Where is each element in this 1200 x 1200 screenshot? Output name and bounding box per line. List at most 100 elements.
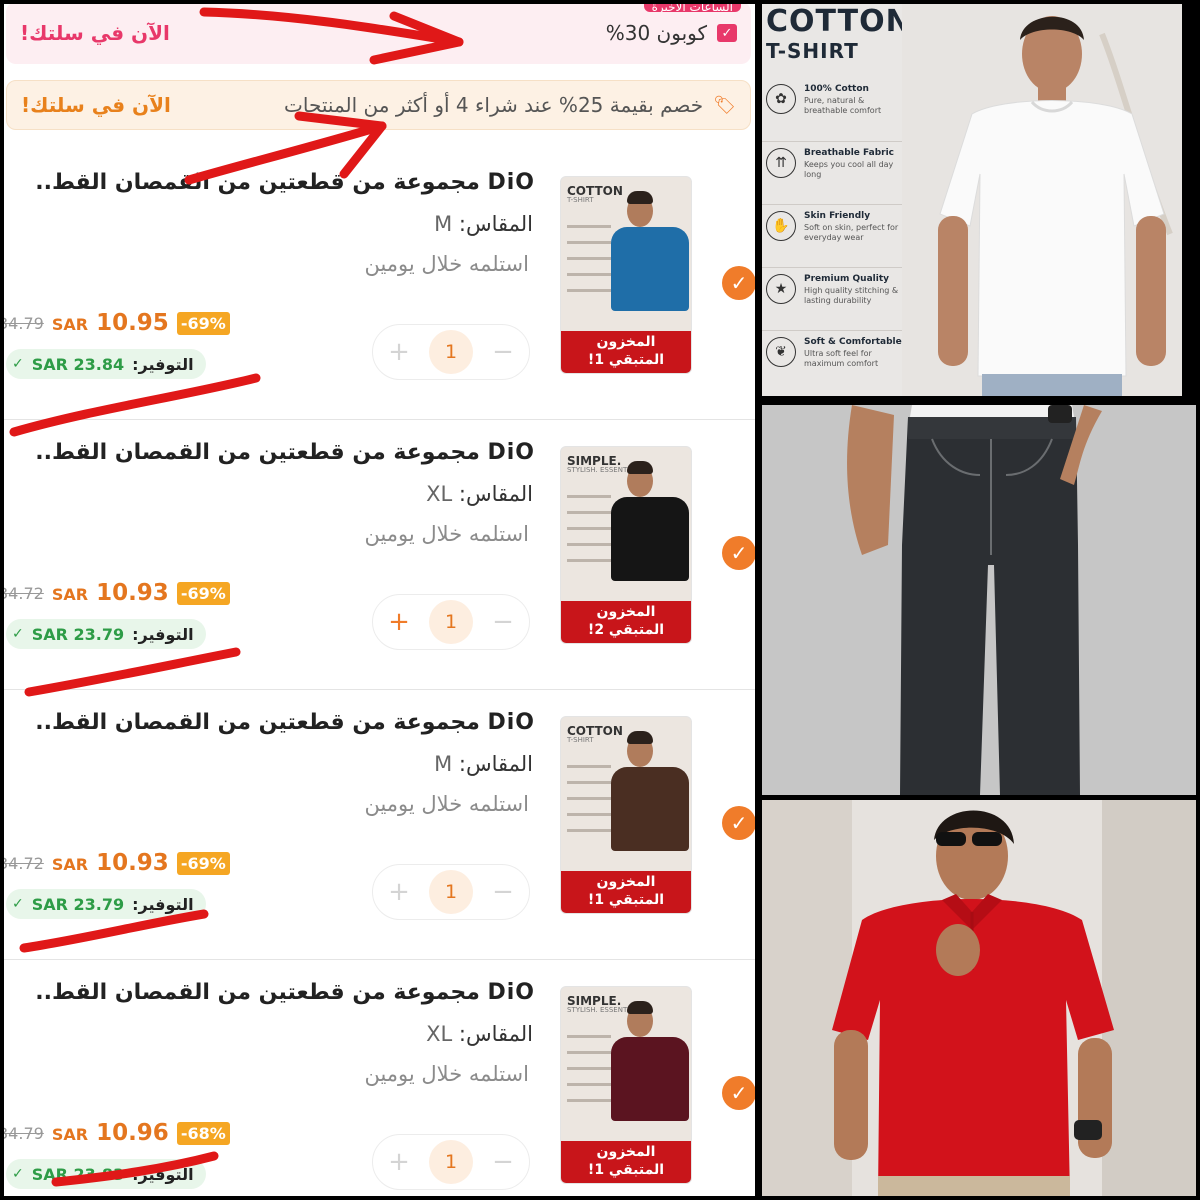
decrease-button[interactable]: −: [491, 879, 515, 905]
discount-badge: -68%: [176, 1121, 230, 1145]
feature-item: ✋ Skin Friendly Soft on skin, perfect for…: [762, 204, 912, 267]
quantity-value: 1: [429, 600, 473, 644]
product-thumbnail[interactable]: SIMPLE. STYLISH. ESSENTIAL. المخزون المتبق…: [560, 446, 692, 644]
feature-title: Soft & Comfortable: [804, 337, 902, 347]
feature-item: ❦ Soft & Comfortable Ultra soft feel for …: [762, 330, 912, 393]
cart-item: DiO مجموعة من قطعتين من القمصان القط.. ا…: [4, 960, 755, 1196]
quality-badge-icon: ★: [766, 274, 796, 304]
brand-name: DiO: [487, 170, 535, 195]
item-selected-check-icon[interactable]: ✓: [722, 1076, 755, 1110]
increase-button[interactable]: +: [387, 879, 411, 905]
delivery-estimate: استلمه خلال يومين: [364, 252, 529, 276]
increase-button[interactable]: +: [387, 339, 411, 365]
product-title[interactable]: DiO مجموعة من قطعتين من القمصان القط..: [5, 710, 535, 735]
sale-price: SAR 10.93: [52, 580, 169, 606]
bulk-discount-banner[interactable]: الآن في سلتك! 🏷 خصم بقيمة 25% عند شراء 4…: [6, 80, 751, 130]
decrease-button[interactable]: −: [491, 339, 515, 365]
currency: SAR: [51, 315, 89, 334]
quantity-value: 1: [429, 870, 473, 914]
breathable-arrows-icon: ⇈: [766, 148, 796, 178]
brand-name: DiO: [487, 710, 535, 735]
savings-label: التوفير:: [132, 354, 194, 374]
increase-button[interactable]: +: [387, 609, 411, 635]
savings-pill[interactable]: ✓ SAR 23.79 التوفير:: [6, 619, 206, 649]
model-red-polo-image: [762, 800, 1196, 1196]
quantity-stepper: + 1 −: [372, 1134, 530, 1190]
tee-title-sub: T-SHIRT: [766, 39, 859, 63]
savings-pill[interactable]: ✓ SAR 23.83 التوفير:: [6, 1159, 206, 1189]
item-selected-check-icon[interactable]: ✓: [722, 536, 755, 570]
thumbnail-caption: COTTON T-SHIRT: [567, 725, 623, 744]
discount-badge: -69%: [176, 311, 230, 335]
feature-desc: Pure, natural & breathable comfort: [804, 96, 882, 116]
tshirt-image: [611, 497, 689, 581]
product-title-text: مجموعة من قطعتين من القمصان القط..: [35, 170, 480, 195]
price-row: 34.72 SAR 10.93 -69%: [4, 580, 230, 606]
product-title[interactable]: DiO مجموعة من قطعتين من القمصان القط..: [5, 170, 535, 195]
feature-title: Breathable Fabric: [804, 148, 895, 158]
product-title[interactable]: DiO مجموعة من قطعتين من القمصان القط..: [5, 440, 535, 465]
product-thumbnail[interactable]: COTTON T-SHIRT المخزون المتبقي 1!: [560, 176, 692, 374]
price-row: 34.79 SAR 10.95 -69%: [4, 310, 230, 336]
size-value: XL: [426, 1022, 453, 1046]
cart-screenshot: الساعات الأخيرة الآن في سلتك! ✓ كوبون 30…: [4, 4, 755, 1196]
feature-desc: High quality stitching & lasting durabil…: [804, 286, 899, 306]
item-selected-check-icon[interactable]: ✓: [722, 266, 755, 300]
original-price: 34.72: [4, 853, 44, 873]
sale-price-value: 10.93: [96, 850, 169, 876]
sale-price: SAR 10.96: [52, 1120, 169, 1146]
chevron-down-icon: ✓: [12, 626, 24, 642]
feature-title: Premium Quality: [804, 274, 889, 284]
feature-desc: Keeps you cool all day long: [804, 160, 894, 180]
feature-item: ⇈ Breathable Fabric Keeps you cool all da…: [762, 141, 912, 204]
product-title-text: مجموعة من قطعتين من القمصان القط..: [35, 440, 480, 465]
tshirt-image: [611, 767, 689, 851]
quantity-stepper: + 1 −: [372, 594, 530, 650]
dark-jeans-image: [762, 405, 1196, 795]
savings-label: التوفير:: [132, 894, 194, 914]
decrease-button[interactable]: −: [491, 1149, 515, 1175]
savings-pill[interactable]: ✓ SAR 23.84 التوفير:: [6, 349, 206, 379]
savings-label: التوفير:: [132, 1164, 194, 1184]
savings-amount: SAR 23.83: [31, 1164, 125, 1184]
size-label: المقاس:: [458, 752, 533, 776]
sale-price-value: 10.95: [96, 310, 169, 336]
product-thumbnail[interactable]: SIMPLE. STYLISH. ESSENTIAL. المخزون المتبق…: [560, 986, 692, 1184]
product-title[interactable]: DiO مجموعة من قطعتين من القمصان القط..: [5, 980, 535, 1005]
quantity-value: 1: [429, 330, 473, 374]
delivery-estimate: استلمه خلال يومين: [364, 522, 529, 546]
feather-icon: ❦: [766, 337, 796, 367]
coupon-message: ✓ كوبون 30%: [606, 21, 751, 45]
savings-pill[interactable]: ✓ SAR 23.79 التوفير:: [6, 889, 206, 919]
cart-item: DiO مجموعة من قطعتين من القمصان القط.. ا…: [4, 420, 755, 690]
discount-message: 🏷 خصم بقيمة 25% عند شراء 4 أو أكثر من ال…: [284, 93, 750, 117]
feature-item: ✿ 100% Cotton Pure, natural & breathable …: [762, 78, 912, 141]
quantity-stepper: + 1 −: [372, 324, 530, 380]
increase-button[interactable]: +: [387, 1149, 411, 1175]
original-price: 34.72: [4, 583, 44, 603]
cart-item: DiO مجموعة من قطعتين من القمصان القط.. ا…: [4, 690, 755, 960]
checkbox-checked-icon[interactable]: ✓: [717, 24, 737, 42]
coupon-in-cart-label: الآن في سلتك!: [20, 21, 170, 45]
stock-warning: المخزون المتبقي 1!: [561, 331, 691, 373]
savings-label: التوفير:: [132, 624, 194, 644]
item-selected-check-icon[interactable]: ✓: [722, 806, 755, 840]
size-label: المقاس:: [458, 212, 533, 236]
discount-badge: -69%: [176, 851, 230, 875]
tshirt-image: [611, 227, 689, 311]
thumbnail-caption: COTTON T-SHIRT: [567, 185, 623, 204]
sale-price: SAR 10.93: [52, 850, 169, 876]
quantity-stepper: + 1 −: [372, 864, 530, 920]
size-value: M: [434, 752, 453, 776]
cotton-flower-icon: ✿: [766, 84, 796, 114]
feature-list: ✿ 100% Cotton Pure, natural & breathable …: [762, 78, 912, 393]
dark-jeans-panel: [762, 405, 1196, 795]
product-thumbnail[interactable]: COTTON T-SHIRT المخزون المتبقي 1!: [560, 716, 692, 914]
decrease-button[interactable]: −: [491, 609, 515, 635]
thumbnail-caption-sub: T-SHIRT: [567, 196, 594, 204]
sale-price-value: 10.96: [96, 1120, 169, 1146]
size-label: المقاس:: [458, 1022, 533, 1046]
currency: SAR: [51, 855, 89, 874]
coupon-banner[interactable]: الساعات الأخيرة الآن في سلتك! ✓ كوبون 30…: [6, 4, 751, 64]
discount-text: خصم بقيمة 25% عند شراء 4 أو أكثر من المن…: [284, 93, 704, 117]
